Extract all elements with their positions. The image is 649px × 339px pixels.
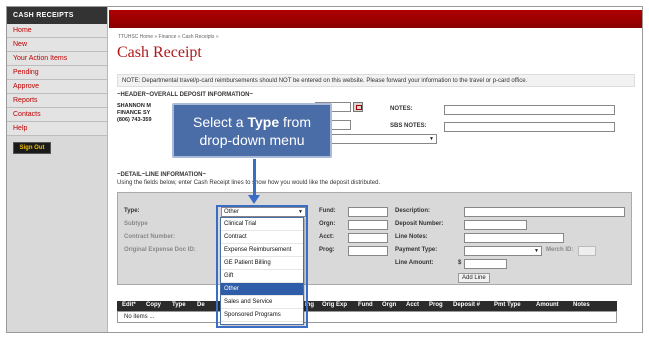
sidebar-item-action-items[interactable]: Your Action Items — [7, 52, 107, 66]
requester-phone: (806) 743-359 — [117, 117, 152, 123]
dropdown-highlight — [216, 205, 308, 328]
subtype-label: Subtype — [124, 221, 148, 227]
sidebar-item-new[interactable]: New — [7, 38, 107, 52]
chevron-down-icon: ▼ — [429, 136, 434, 142]
payment-type-label: Payment Type: — [395, 247, 438, 253]
col-orgn[interactable]: Orgn — [382, 302, 396, 308]
line-notes-label: Line Notes: — [395, 234, 428, 240]
col-fund[interactable]: Fund — [358, 302, 373, 308]
prog-label: Prog: — [319, 247, 335, 253]
header-section-label: ~HEADER~OVERALL DEPOSIT INFORMATION~ — [117, 92, 253, 98]
detail-section-label: ~DETAIL~LINE INFORMATION~ — [117, 172, 206, 178]
orgn-input[interactable] — [348, 220, 388, 230]
line-notes-input[interactable] — [464, 233, 564, 243]
sign-out-button[interactable]: Sign Out — [13, 142, 51, 154]
type-label: Type: — [124, 208, 140, 214]
orig-expense-doc-label: Original Expense Doc ID: — [124, 247, 196, 253]
currency-symbol: $ — [458, 260, 462, 266]
col-pmt-type[interactable]: Pmt Type — [494, 302, 521, 308]
contract-number-label: Contract Number: — [124, 234, 176, 240]
col-notes[interactable]: Notes — [573, 302, 590, 308]
main-content: TTUHSC Home » Finance » Cash Receipts » … — [109, 28, 642, 332]
deposit-number-label: Deposit Number: — [395, 221, 444, 227]
col-description[interactable]: De — [197, 302, 205, 308]
chevron-down-icon: ▼ — [534, 248, 539, 254]
description-label: Description: — [395, 208, 431, 214]
fund-label: Fund: — [319, 208, 336, 214]
acct-label: Acct: — [319, 234, 335, 240]
lines-table-empty: No items ... — [117, 311, 617, 323]
line-amount-label: Line Amount: — [395, 260, 434, 266]
notes-label: NOTES: — [390, 106, 413, 112]
fund-input[interactable] — [348, 207, 388, 217]
deposit-number-input[interactable] — [464, 220, 527, 230]
sidebar-item-contacts[interactable]: Contacts — [7, 108, 107, 122]
header-select[interactable]: ▼ — [315, 134, 437, 144]
description-input[interactable] — [464, 207, 625, 217]
callout-line2: drop-down menu — [199, 132, 305, 148]
col-orig-exp[interactable]: Orig Exp — [322, 302, 347, 308]
note-banner: NOTE: Departmental travel/p-card reimbur… — [117, 74, 635, 87]
sidebar-item-help[interactable]: Help — [7, 122, 107, 136]
screenshot-frame: CASH RECEIPTS Home New Your Action Items… — [6, 6, 643, 333]
sidebar-item-home[interactable]: Home — [7, 24, 107, 38]
callout-arrow — [253, 159, 256, 196]
orgn-label: Orgn: — [319, 221, 336, 227]
requester-name: SHANNON M — [117, 103, 151, 109]
lines-table-header: Edit* Copy Type De ing Orig Exp Fund Org… — [117, 301, 617, 311]
callout-suffix: from — [279, 114, 311, 130]
detail-panel: Type: Other ▼ Subtype Contract Number: Or… — [117, 192, 632, 285]
add-line-button[interactable]: Add Line — [458, 273, 490, 283]
sbs-notes-input[interactable] — [444, 122, 615, 132]
calendar-icon[interactable] — [353, 102, 363, 112]
instruction-callout: Select a Type from drop-down menu — [172, 103, 332, 158]
sidebar-item-approve[interactable]: Approve — [7, 80, 107, 94]
requester-department: FINANCE SY — [117, 110, 151, 116]
notes-input[interactable] — [444, 105, 615, 115]
line-amount-input[interactable] — [464, 259, 507, 269]
col-amount[interactable]: Amount — [536, 302, 559, 308]
sidebar: CASH RECEIPTS Home New Your Action Items… — [7, 7, 108, 332]
payment-type-select[interactable]: ▼ — [464, 246, 542, 256]
page-title: Cash Receipt — [117, 44, 202, 61]
detail-instructions: Using the fields below, enter Cash Recei… — [117, 180, 381, 186]
merch-id-label: Merch ID: — [546, 247, 574, 253]
callout-prefix: Select a — [192, 114, 248, 130]
col-acct[interactable]: Acct — [406, 302, 419, 308]
callout-bold: Type — [247, 114, 280, 130]
breadcrumb: TTUHSC Home » Finance » Cash Receipts » — [118, 34, 219, 40]
acct-input[interactable] — [348, 233, 388, 243]
arrow-down-icon — [248, 195, 260, 204]
sidebar-item-reports[interactable]: Reports — [7, 94, 107, 108]
merch-id-input[interactable] — [578, 246, 596, 256]
col-copy[interactable]: Copy — [146, 302, 161, 308]
header-banner — [109, 10, 642, 28]
col-edit[interactable]: Edit* — [122, 302, 136, 308]
sbs-notes-label: SBS NOTES: — [390, 123, 427, 129]
col-prog[interactable]: Prog — [429, 302, 443, 308]
sidebar-item-pending[interactable]: Pending — [7, 66, 107, 80]
sidebar-title: CASH RECEIPTS — [7, 7, 107, 24]
col-type[interactable]: Type — [172, 302, 186, 308]
col-deposit-number[interactable]: Deposit # — [453, 302, 480, 308]
prog-input[interactable] — [348, 246, 388, 256]
